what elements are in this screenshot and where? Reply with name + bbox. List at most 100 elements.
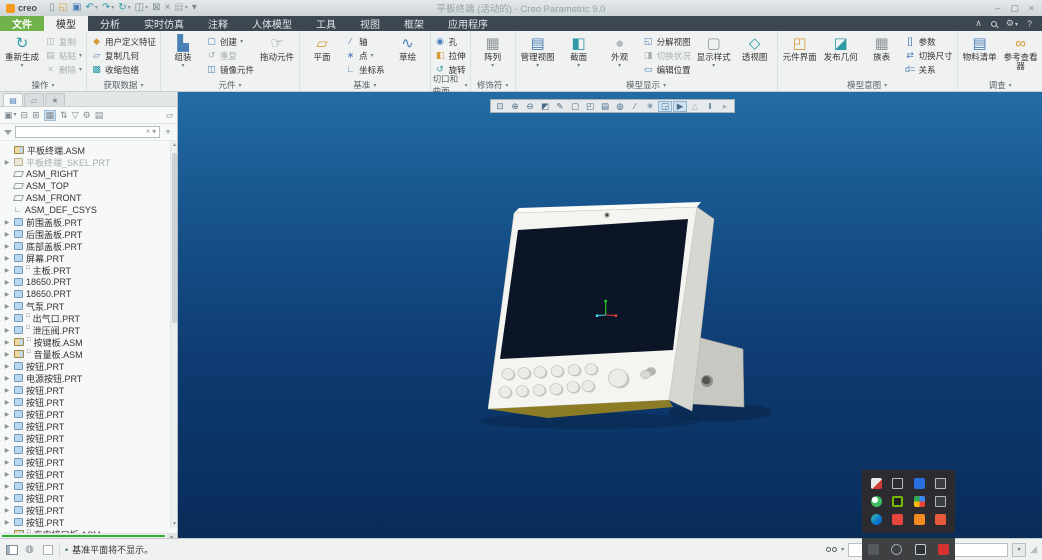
tab-分析[interactable]: 分析 bbox=[88, 16, 132, 31]
group-dropdown-icon[interactable]: ▾ bbox=[141, 82, 144, 89]
tree-row[interactable]: ASM_FRONT bbox=[3, 192, 167, 204]
zoom-in-icon[interactable]: ⊕ bbox=[508, 101, 522, 112]
tree-row[interactable]: ▶□泄压阀.PRT bbox=[3, 324, 167, 336]
group-dropdown-icon[interactable]: ▾ bbox=[1009, 82, 1012, 89]
tray-flag-icon[interactable] bbox=[935, 514, 946, 525]
dropdown-arrow-icon[interactable]: ▾ bbox=[95, 5, 98, 11]
relations-button[interactable]: d=关系 bbox=[903, 63, 955, 76]
help-icon[interactable]: ? bbox=[1027, 19, 1032, 29]
expand-arrow-icon[interactable]: ▶ bbox=[3, 411, 11, 418]
tray-usb-icon[interactable] bbox=[892, 478, 903, 489]
expand-arrow-icon[interactable]: ▶ bbox=[3, 279, 11, 286]
dropdown-arrow-icon[interactable]: ▾ bbox=[371, 52, 374, 59]
tree-row[interactable]: ▶按钮.PRT bbox=[3, 360, 167, 372]
add-filter-button[interactable]: + bbox=[163, 127, 173, 138]
family-table-button[interactable]: ▦族表 bbox=[862, 32, 902, 62]
bill-of-materials-button[interactable]: ▤物料清单 bbox=[960, 32, 1000, 62]
dropdown-arrow-icon[interactable]: ▾ bbox=[1015, 22, 1018, 28]
tab-工具[interactable]: 工具 bbox=[304, 16, 348, 31]
tray-copy-icon[interactable] bbox=[935, 478, 946, 489]
extrude-button[interactable]: ◧拉伸 bbox=[433, 49, 468, 62]
component-interface-button[interactable]: ◰元件界面 bbox=[780, 32, 820, 62]
expand-arrow-icon[interactable]: ▶ bbox=[3, 219, 11, 226]
exploded-view-button[interactable]: ◱分解视图 bbox=[641, 35, 693, 48]
tree-row[interactable]: ▶按钮.PRT bbox=[3, 480, 167, 492]
tray-device-error-icon[interactable] bbox=[871, 478, 882, 489]
scroll-thumb[interactable] bbox=[172, 153, 177, 323]
spin-center-icon[interactable]: ✳ bbox=[643, 101, 657, 112]
tree-row[interactable]: ∟ASM_DEF_CSYS bbox=[3, 204, 167, 216]
sketch-button[interactable]: ∿草绘 bbox=[388, 32, 428, 62]
dropdown-arrow-icon[interactable]: ▾ bbox=[14, 112, 17, 118]
tray-nvidia-icon[interactable] bbox=[892, 496, 903, 507]
expand-arrow-icon[interactable]: ▶ bbox=[3, 291, 11, 298]
copy-geometry-button[interactable]: ▱复制几何 bbox=[89, 49, 158, 62]
tree-row[interactable]: ▶按钮.PRT bbox=[3, 492, 167, 504]
tree-row[interactable]: ▶□出气口.PRT bbox=[3, 312, 167, 324]
coordinate-system-button[interactable]: ∟坐标系 bbox=[343, 63, 387, 76]
nav-tab-favorites[interactable]: ★ bbox=[45, 93, 65, 106]
expand-arrow-icon[interactable]: ▶ bbox=[3, 447, 11, 454]
expand-arrow-icon[interactable]: ▶ bbox=[3, 339, 11, 346]
group-label-investigate[interactable]: 调查▾ bbox=[960, 79, 1041, 91]
axis-button[interactable]: ∕轴 bbox=[343, 35, 387, 48]
plane-button[interactable]: ▱平面 bbox=[302, 32, 342, 62]
clear-search-icon[interactable]: × bbox=[145, 128, 150, 136]
close-window-icon[interactable]: ⊠ bbox=[152, 3, 160, 13]
tree-vertical-scrollbar[interactable]: ▲ ▼ bbox=[170, 141, 177, 528]
tab-框架[interactable]: 框架 bbox=[392, 16, 436, 31]
nav-tab-folder-browser[interactable]: ▱ bbox=[24, 93, 44, 106]
expand-arrow-icon[interactable]: ▶ bbox=[3, 507, 11, 514]
dropdown-arrow-icon[interactable]: ▾ bbox=[182, 63, 185, 69]
pattern-button[interactable]: ▦阵列▾ bbox=[473, 32, 513, 69]
taskbar-phone-icon[interactable] bbox=[915, 544, 926, 555]
nav-tab-model-tree[interactable]: ▤ bbox=[3, 93, 23, 106]
expand-arrow-icon[interactable]: ▶ bbox=[3, 483, 11, 490]
tree-row[interactable]: ▶□主板.PRT bbox=[3, 264, 167, 276]
tab-文件[interactable]: 文件 bbox=[0, 16, 44, 31]
expand-arrow-icon[interactable]: ▶ bbox=[3, 375, 11, 382]
dropdown-arrow-icon[interactable]: ▾ bbox=[128, 5, 131, 11]
taskbar-v-icon[interactable] bbox=[938, 544, 949, 555]
tree-row[interactable]: ▶电源按钮.PRT bbox=[3, 372, 167, 384]
scroll-down-icon[interactable]: ▼ bbox=[171, 520, 177, 528]
erase-icon[interactable]: × bbox=[165, 3, 171, 13]
resize-grip[interactable]: ◢ bbox=[1030, 544, 1037, 555]
expand-arrow-icon[interactable]: ▶ bbox=[3, 267, 11, 274]
saved-orientations-icon[interactable]: ◰ bbox=[583, 101, 597, 112]
group-dropdown-icon[interactable]: ▾ bbox=[373, 82, 376, 89]
command-search-icon[interactable] bbox=[991, 19, 997, 29]
minimize-button[interactable]: – bbox=[995, 3, 1000, 14]
tree-row[interactable]: ▶按钮.PRT bbox=[3, 420, 167, 432]
tray-youdao-icon[interactable] bbox=[892, 514, 903, 525]
tree-row[interactable]: ▶18650.PRT bbox=[3, 288, 167, 300]
tree-row[interactable]: ▶按钮.PRT bbox=[3, 468, 167, 480]
analysis-icon[interactable]: △ bbox=[688, 101, 702, 112]
dropdown-arrow-icon[interactable]: ▾ bbox=[577, 63, 580, 69]
customize-qat-icon[interactable]: ▾ bbox=[192, 3, 197, 13]
group-label-component[interactable]: 元件▾ bbox=[163, 79, 297, 91]
group-dropdown-icon[interactable]: ▾ bbox=[239, 82, 242, 89]
expand-arrow-icon[interactable]: ▶ bbox=[3, 459, 11, 466]
tree-row[interactable]: 平板终端.ASM bbox=[3, 144, 167, 156]
sections-button[interactable]: ◧截面▾ bbox=[559, 32, 599, 69]
browser-globe-icon[interactable]: ◍ bbox=[23, 544, 36, 555]
user-defined-feature-button[interactable]: ◆用户定义特征 bbox=[89, 35, 158, 48]
tab-人体模型[interactable]: 人体模型 bbox=[240, 16, 304, 31]
view-manager-icon[interactable]: ▤ bbox=[598, 101, 612, 112]
tree-show-icon[interactable]: ▣▾ bbox=[4, 111, 17, 120]
tree-row[interactable]: ▶平板终端_SKEL.PRT bbox=[3, 156, 167, 168]
manage-views-button[interactable]: ▤管理视图▾ bbox=[518, 32, 558, 69]
expand-arrow-icon[interactable]: ▶ bbox=[3, 315, 11, 322]
tree-row[interactable]: ▶18650.PRT bbox=[3, 276, 167, 288]
status-combo-arrow[interactable]: ▾ bbox=[1012, 543, 1026, 557]
tree-row[interactable]: ▶按钮.PRT bbox=[3, 504, 167, 516]
paste-icon[interactable]: ▤▾ bbox=[174, 3, 187, 13]
hole-button[interactable]: ◉孔 bbox=[433, 35, 468, 48]
regenerate-icon[interactable]: ↻▾ bbox=[118, 3, 130, 13]
expand-arrow-icon[interactable]: ▶ bbox=[3, 159, 11, 166]
delete-button[interactable]: ×删除▾ bbox=[43, 63, 84, 76]
switch-status-button[interactable]: ◨切换状况 bbox=[641, 49, 693, 62]
display-style-icon[interactable]: ▢ bbox=[568, 101, 582, 112]
pause-icon[interactable]: ‖ bbox=[703, 101, 717, 112]
